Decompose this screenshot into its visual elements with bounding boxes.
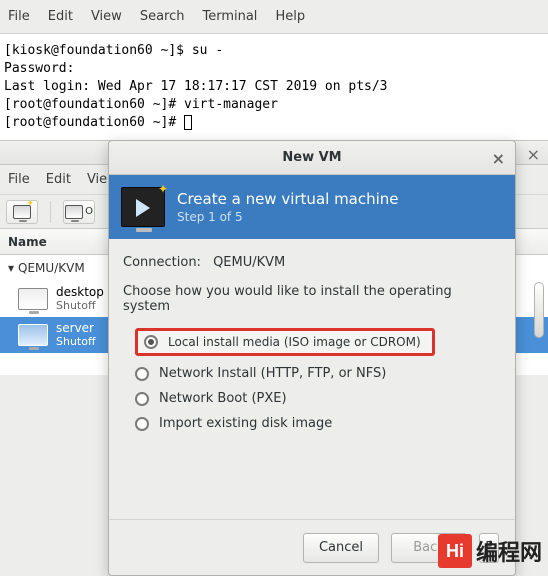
terminal-menubar: File Edit View Search Terminal Help [0, 0, 548, 34]
terminal-menu-edit[interactable]: Edit [48, 9, 73, 24]
vm-icon [18, 324, 48, 346]
connection-row: Connection: QEMU/KVM [123, 255, 501, 270]
option-label: Local install media (ISO image or CDROM) [168, 335, 421, 349]
radio-network-boot[interactable] [135, 392, 149, 406]
group-label: QEMU/KVM [18, 261, 85, 275]
scrollbar[interactable] [534, 282, 546, 352]
terminal-menu-file[interactable]: File [8, 9, 30, 24]
radio-local-media[interactable] [144, 335, 158, 349]
terminal-output[interactable]: [kiosk@foundation60 ~]$ su - Password: L… [0, 34, 548, 140]
close-icon[interactable]: × [492, 149, 505, 168]
monitor-new-icon [13, 205, 31, 219]
connection-label: Connection: [123, 255, 201, 270]
cancel-label: Cancel [319, 540, 363, 555]
vmm-menu-view[interactable]: Vie [87, 172, 107, 187]
terminal-menu-help[interactable]: Help [275, 9, 305, 24]
forward-label: F [485, 540, 492, 555]
dialog-titlebar[interactable]: New VM × [109, 141, 515, 175]
install-method-label: Choose how you would like to install the… [123, 284, 501, 314]
option-label: Network Boot (PXE) [159, 391, 287, 406]
new-vm-dialog: New VM × ✦ Create a new virtual machine … [108, 140, 516, 576]
back-button: Back [391, 533, 467, 563]
terminal-line: [root@foundation60 ~]# virt-manager [4, 96, 544, 114]
banner-step: Step 1 of 5 [177, 210, 399, 224]
dialog-banner: ✦ Create a new virtual machine Step 1 of… [109, 175, 515, 239]
option-label: Network Install (HTTP, FTP, or NFS) [159, 366, 386, 381]
dialog-footer: Cancel Back F [109, 519, 515, 575]
option-network-boot[interactable]: Network Boot (PXE) [135, 391, 501, 406]
banner-title: Create a new virtual machine [177, 190, 399, 208]
forward-button[interactable]: F [479, 533, 499, 563]
terminal-menu-terminal[interactable]: Terminal [202, 9, 257, 24]
back-label: Back [413, 540, 445, 555]
option-import-disk[interactable]: Import existing disk image [135, 416, 501, 431]
radio-network-install[interactable] [135, 367, 149, 381]
vmm-menu-edit[interactable]: Edit [46, 172, 71, 187]
option-label: Import existing disk image [159, 416, 332, 431]
close-icon[interactable]: × [527, 145, 540, 164]
terminal-menu-view[interactable]: View [91, 9, 122, 24]
scroll-thumb[interactable] [534, 282, 544, 338]
monitor-icon [65, 205, 83, 219]
terminal-line: Password: [4, 60, 544, 78]
radio-import-disk[interactable] [135, 417, 149, 431]
separator [50, 201, 51, 223]
option-network-install[interactable]: Network Install (HTTP, FTP, or NFS) [135, 366, 501, 381]
option-local-media[interactable]: Local install media (ISO image or CDROM) [135, 328, 435, 356]
terminal-line: Last login: Wed Apr 17 18:17:17 CST 2019… [4, 78, 544, 96]
vm-status: Shutoff [56, 335, 96, 349]
open-console-button[interactable]: O [63, 200, 95, 224]
cancel-button[interactable]: Cancel [303, 533, 379, 563]
terminal-line: [kiosk@foundation60 ~]$ su - [4, 42, 544, 60]
vm-name: desktop [56, 285, 104, 299]
vmm-menu-file[interactable]: File [8, 172, 30, 187]
terminal-menu-search[interactable]: Search [140, 9, 185, 24]
vm-name: server [56, 321, 96, 335]
dialog-body: Connection: QEMU/KVM Choose how you woul… [109, 239, 515, 519]
install-options: Local install media (ISO image or CDROM)… [135, 328, 501, 431]
terminal-line: [root@foundation60 ~]# [4, 114, 544, 132]
connection-value: QEMU/KVM [213, 255, 285, 270]
terminal-cursor [184, 115, 192, 130]
dialog-title: New VM [282, 150, 341, 165]
chevron-down-icon: ▾ [8, 261, 14, 275]
new-vm-button[interactable] [6, 200, 38, 224]
column-name: Name [8, 235, 47, 249]
vm-status: Shutoff [56, 299, 104, 313]
open-console-label: O [85, 206, 93, 217]
create-vm-icon: ✦ [121, 187, 165, 227]
vm-icon [18, 288, 48, 310]
